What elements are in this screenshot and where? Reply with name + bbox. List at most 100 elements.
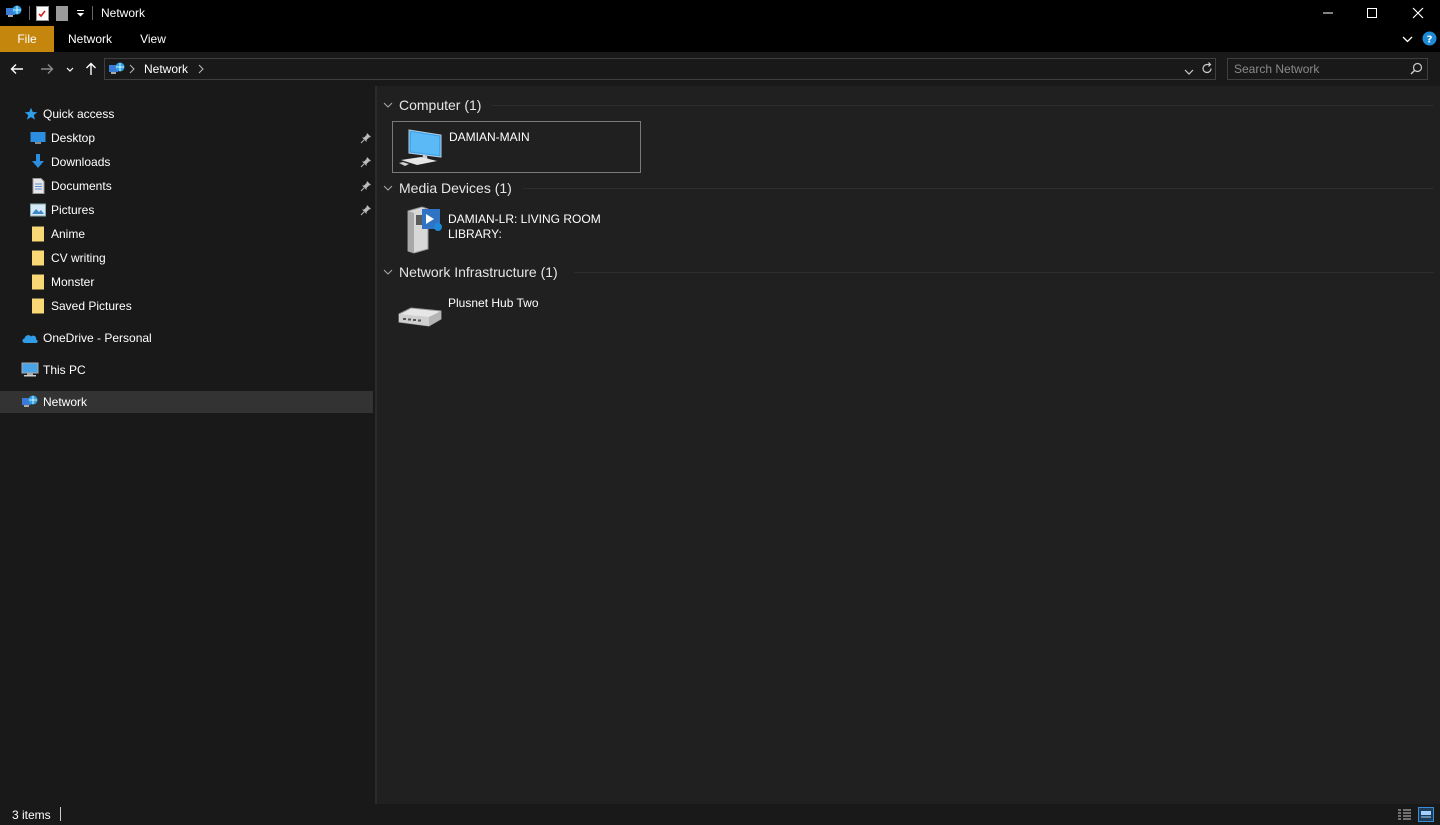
star-icon: [22, 105, 40, 123]
tab-file[interactable]: File: [0, 26, 54, 52]
tab-view[interactable]: View: [128, 26, 178, 52]
help-button[interactable]: ?: [1422, 31, 1437, 46]
qat-separator: [29, 6, 30, 20]
maximize-icon: [1367, 8, 1377, 18]
search-icon[interactable]: [1410, 62, 1423, 78]
network-icon: [108, 60, 126, 78]
up-button[interactable]: [82, 58, 100, 80]
large-icons-view-button[interactable]: [1418, 807, 1434, 822]
sidebar-item-this-pc[interactable]: This PC: [0, 359, 373, 381]
properties-icon[interactable]: [36, 5, 50, 21]
group-divider: [574, 272, 1434, 273]
sidebar-item-label: Desktop: [51, 131, 96, 145]
sidebar-item-saved-pictures[interactable]: Saved Pictures: [0, 295, 373, 317]
breadcrumb-network[interactable]: Network: [144, 62, 188, 76]
sidebar-item-onedrive[interactable]: OneDrive - Personal: [0, 327, 373, 349]
desktop-icon: [29, 129, 47, 147]
group-divider: [492, 105, 1434, 106]
sidebar-item-label: Saved Pictures: [51, 299, 132, 313]
sidebar-item-label: Network: [43, 395, 88, 409]
sidebar-item-pictures[interactable]: Pictures: [0, 199, 373, 221]
breadcrumb-separator-icon[interactable]: [198, 63, 204, 77]
folder-icon: [29, 249, 47, 267]
group-header-label: Network Infrastructure (1): [399, 264, 558, 280]
router-icon: [395, 304, 443, 333]
group-header-network-infrastructure[interactable]: Network Infrastructure (1): [383, 262, 558, 282]
sidebar-item-anime[interactable]: Anime: [0, 223, 373, 245]
sidebar-item-label: Documents: [51, 179, 112, 193]
download-icon: [29, 153, 47, 171]
navigation-pane: Quick access Desktop Downloads Documents: [0, 86, 375, 804]
window-title: Network: [101, 6, 146, 20]
chevron-down-icon: [1402, 36, 1412, 42]
quick-access-toolbar: [0, 0, 93, 26]
new-folder-icon[interactable]: [56, 5, 70, 21]
folder-icon: [29, 273, 47, 291]
status-divider: [60, 807, 61, 821]
maximize-button[interactable]: [1349, 0, 1395, 26]
pin-icon[interactable]: [360, 132, 372, 144]
address-history-button[interactable]: [1184, 64, 1194, 78]
pin-icon[interactable]: [360, 180, 372, 192]
media-server-icon: [398, 205, 444, 258]
pin-icon[interactable]: [360, 204, 372, 216]
sidebar-item-documents[interactable]: Documents: [0, 175, 373, 197]
sidebar-item-monster[interactable]: Monster: [0, 271, 373, 293]
search-input[interactable]: [1234, 61, 1404, 77]
sidebar-item-label: Downloads: [51, 155, 111, 169]
chevron-down-icon: [383, 185, 393, 191]
chevron-down-icon: [383, 102, 393, 108]
sidebar-item-cv-writing[interactable]: CV writing: [0, 247, 373, 269]
search-box[interactable]: [1227, 58, 1428, 80]
sidebar-item-quick-access[interactable]: Quick access: [0, 103, 373, 125]
forward-button[interactable]: [38, 58, 56, 80]
document-icon: [29, 177, 47, 195]
group-divider: [523, 188, 1434, 189]
sidebar-item-desktop[interactable]: Desktop: [0, 127, 373, 149]
tiles-view-icon: [1421, 810, 1431, 817]
expand-ribbon-button[interactable]: [1400, 32, 1414, 46]
sidebar-item-network[interactable]: Network: [0, 391, 373, 413]
group-header-label: Media Devices (1): [399, 180, 512, 196]
tab-network[interactable]: Network: [58, 26, 122, 52]
details-view-button[interactable]: [1397, 808, 1412, 824]
file-list: Computer (1) DAMIAN-MAIN Media Devices (…: [377, 86, 1440, 804]
group-header-computer[interactable]: Computer (1): [383, 95, 481, 115]
sidebar-item-label: Monster: [51, 275, 95, 289]
arrow-right-icon: [41, 64, 54, 74]
ribbon: File Network View ?: [0, 26, 1440, 52]
status-item-count: 3 items: [12, 808, 51, 822]
qat-separator: [92, 6, 93, 20]
network-item-damian-lr[interactable]: DAMIAN-LR: LIVING ROOM LIBRARY:: [392, 204, 641, 256]
details-view-icon: [1398, 809, 1411, 820]
group-header-media-devices[interactable]: Media Devices (1): [383, 178, 512, 198]
folder-icon: [29, 225, 47, 243]
network-item-plusnet-hub[interactable]: Plusnet Hub Two: [392, 288, 641, 340]
minimize-button[interactable]: [1305, 0, 1351, 26]
computer-icon: [397, 126, 443, 171]
qat-dropdown-icon[interactable]: [76, 5, 86, 21]
sidebar-item-label: This PC: [43, 363, 86, 377]
folder-icon: [29, 297, 47, 315]
close-button[interactable]: [1395, 0, 1440, 26]
arrow-left-icon: [10, 64, 23, 74]
refresh-button[interactable]: [1201, 62, 1213, 78]
computer-icon: [21, 361, 39, 379]
chevron-down-icon: [1184, 69, 1194, 75]
sidebar-item-downloads[interactable]: Downloads: [0, 151, 373, 173]
sidebar-item-label: Anime: [51, 227, 86, 241]
sidebar-item-label: Quick access: [43, 107, 115, 121]
back-button[interactable]: [8, 58, 26, 80]
arrow-up-icon: [86, 62, 96, 75]
recent-locations-button[interactable]: [64, 58, 76, 80]
pin-icon[interactable]: [360, 156, 372, 168]
item-name: DAMIAN-MAIN: [449, 130, 530, 144]
address-bar[interactable]: Network: [104, 58, 1216, 80]
group-header-label: Computer (1): [399, 97, 482, 113]
sidebar-item-label: OneDrive - Personal: [43, 331, 152, 345]
network-item-damian-main[interactable]: DAMIAN-MAIN: [392, 121, 641, 173]
chevron-down-icon: [383, 269, 393, 275]
item-name: DAMIAN-LR: LIVING ROOM LIBRARY:: [448, 212, 601, 241]
item-name: Plusnet Hub Two: [448, 296, 539, 310]
sidebar-item-label: Pictures: [51, 203, 95, 217]
